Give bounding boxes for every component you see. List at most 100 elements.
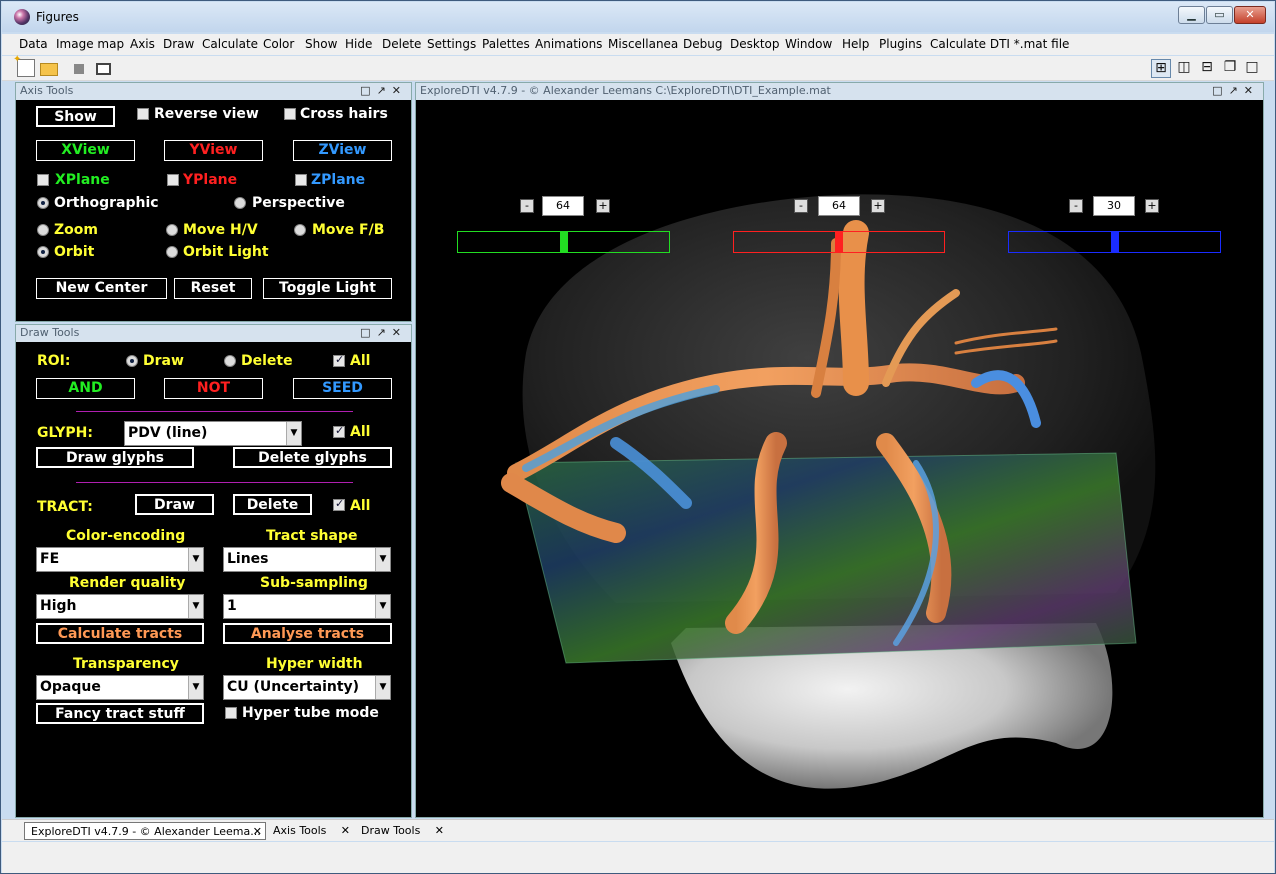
menu-plugins[interactable]: Plugins — [879, 37, 922, 51]
roi-draw-radio[interactable] — [126, 355, 138, 367]
draw-glyphs-button[interactable]: Draw glyphs — [36, 447, 194, 468]
hyper-tube-mode-checkbox[interactable] — [225, 707, 237, 719]
y-slice-slider-thumb[interactable] — [835, 232, 843, 253]
menu-calculate-dti[interactable]: Calculate DTI *.mat file — [930, 37, 1069, 51]
new-figure-icon[interactable] — [13, 54, 35, 77]
top-bottom-layout-icon[interactable]: ⊟ — [1197, 59, 1217, 78]
show-button[interactable]: Show — [36, 106, 115, 127]
menu-show[interactable]: Show — [305, 37, 337, 51]
tract-all-checkbox[interactable] — [333, 497, 345, 511]
roi-delete-radio[interactable] — [224, 355, 236, 367]
z-slice-value[interactable]: 30 — [1093, 196, 1135, 216]
tab-explore-dti[interactable]: ExploreDTI v4.7.9 - © Alexander Leema...… — [24, 822, 266, 840]
fancy-tract-stuff-button[interactable]: Fancy tract stuff — [36, 703, 204, 724]
x-slice-slider-thumb[interactable] — [560, 232, 568, 253]
x-slice-decrement-button[interactable]: - — [520, 199, 534, 213]
close-button[interactable]: ✕ — [1234, 6, 1266, 24]
close-icon[interactable]: ✕ — [341, 822, 350, 839]
y-slice-value[interactable]: 64 — [818, 196, 860, 216]
menu-data[interactable]: Data — [19, 37, 48, 51]
zview-button[interactable]: ZView — [293, 140, 392, 161]
y-slice-increment-button[interactable]: + — [871, 199, 885, 213]
render-quality-select[interactable]: High ▼ — [36, 594, 204, 619]
yplane-checkbox[interactable] — [167, 174, 179, 186]
menu-draw[interactable]: Draw — [163, 37, 194, 51]
zoom-radio[interactable] — [37, 224, 49, 236]
move-fb-radio[interactable] — [294, 224, 306, 236]
float-layout-icon[interactable]: ❐ — [1220, 59, 1240, 78]
menu-debug[interactable]: Debug — [683, 37, 722, 51]
reset-button[interactable]: Reset — [174, 278, 252, 299]
brain-render[interactable] — [416, 83, 1265, 819]
move-hv-radio[interactable] — [166, 224, 178, 236]
menu-hide[interactable]: Hide — [345, 37, 372, 51]
menu-palettes[interactable]: Palettes — [482, 37, 530, 51]
y-slice-decrement-button[interactable]: - — [794, 199, 808, 213]
menu-desktop[interactable]: Desktop — [730, 37, 780, 51]
transparency-select[interactable]: Opaque ▼ — [36, 675, 204, 700]
menu-axis[interactable]: Axis — [130, 37, 155, 51]
orbit-radio[interactable] — [37, 246, 49, 258]
calculate-tracts-button[interactable]: Calculate tracts — [36, 623, 204, 644]
tract-delete-button[interactable]: Delete — [233, 494, 312, 515]
z-slice-increment-button[interactable]: + — [1145, 199, 1159, 213]
x-slice-increment-button[interactable]: + — [596, 199, 610, 213]
sub-sampling-select[interactable]: 1 ▼ — [223, 594, 391, 619]
menu-animations[interactable]: Animations — [535, 37, 602, 51]
toggle-light-button[interactable]: Toggle Light — [263, 278, 392, 299]
tab-draw-tools[interactable]: Draw Tools ✕ — [355, 822, 447, 840]
and-button[interactable]: AND — [36, 378, 135, 399]
close-icon[interactable]: ✕ — [253, 823, 262, 840]
new-center-button[interactable]: New Center — [36, 278, 167, 299]
close-icon[interactable]: ✕ — [435, 822, 444, 839]
panel-controls-icon[interactable]: □↗✕ — [360, 325, 407, 341]
menu-miscellanea[interactable]: Miscellanea — [608, 37, 678, 51]
roi-all-checkbox[interactable] — [333, 353, 345, 367]
zplane-checkbox[interactable] — [295, 174, 307, 186]
x-slice-value[interactable]: 64 — [542, 196, 584, 216]
menu-help[interactable]: Help — [842, 37, 869, 51]
figure-window-icon[interactable] — [96, 63, 111, 75]
hyper-width-select[interactable]: CU (Uncertainty) ▼ — [223, 675, 391, 700]
tract-shape-value: Lines — [227, 551, 269, 567]
color-encoding-select[interactable]: FE ▼ — [36, 547, 204, 572]
z-slice-slider-thumb[interactable] — [1111, 232, 1119, 253]
maximize-button[interactable]: ▭ — [1206, 6, 1233, 24]
menu-settings[interactable]: Settings — [427, 37, 476, 51]
left-right-layout-icon[interactable]: ◫ — [1174, 59, 1194, 78]
not-button[interactable]: NOT — [164, 378, 263, 399]
delete-glyphs-button[interactable]: Delete glyphs — [233, 447, 392, 468]
orbit-light-radio[interactable] — [166, 246, 178, 258]
xview-button[interactable]: XView — [36, 140, 135, 161]
yview-button[interactable]: YView — [164, 140, 263, 161]
tract-shape-select[interactable]: Lines ▼ — [223, 547, 391, 572]
orthographic-radio[interactable] — [37, 197, 49, 209]
glyph-select[interactable]: PDV (line) ▼ — [124, 421, 302, 446]
tile-layout-icon[interactable]: ⊞ — [1151, 59, 1171, 78]
z-slice-slider[interactable] — [1008, 231, 1221, 253]
stop-icon[interactable] — [74, 64, 84, 74]
tract-draw-button[interactable]: Draw — [135, 494, 214, 515]
open-folder-icon[interactable] — [40, 63, 58, 76]
menu-delete[interactable]: Delete — [382, 37, 421, 51]
z-slice-decrement-button[interactable]: - — [1069, 199, 1083, 213]
menu-calculate[interactable]: Calculate — [202, 37, 258, 51]
glyph-all-checkbox[interactable] — [333, 424, 345, 438]
y-slice-slider[interactable] — [733, 231, 945, 253]
menu-image-map[interactable]: Image map — [56, 37, 124, 51]
minimize-button[interactable]: ▁ — [1178, 6, 1205, 24]
panel-controls-icon[interactable]: □↗✕ — [360, 83, 407, 99]
transparency-value: Opaque — [40, 679, 101, 695]
menu-window[interactable]: Window — [785, 37, 832, 51]
menu-color[interactable]: Color — [263, 37, 294, 51]
seed-button[interactable]: SEED — [293, 378, 392, 399]
maximize-layout-icon[interactable]: □ — [1242, 59, 1262, 78]
xplane-checkbox[interactable] — [37, 174, 49, 186]
reverse-view-checkbox[interactable] — [137, 108, 149, 120]
analyse-tracts-button[interactable]: Analyse tracts — [223, 623, 392, 644]
perspective-radio[interactable] — [234, 197, 246, 209]
cross-hairs-checkbox[interactable] — [284, 108, 296, 120]
x-slice-slider[interactable] — [457, 231, 670, 253]
matlab-logo-icon — [14, 9, 30, 25]
tab-axis-tools[interactable]: Axis Tools ✕ — [267, 822, 353, 840]
